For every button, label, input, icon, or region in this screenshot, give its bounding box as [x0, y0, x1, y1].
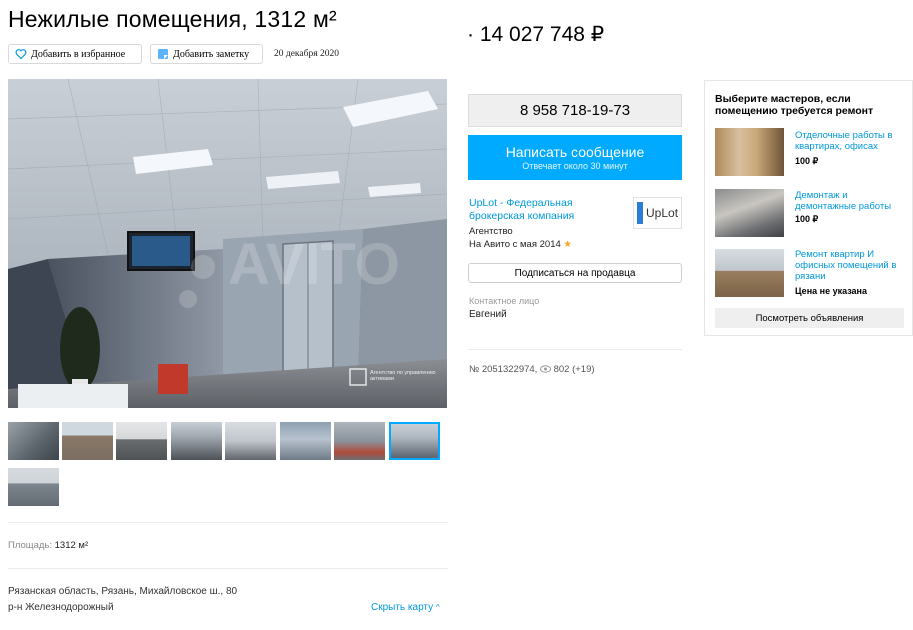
view-listings-button[interactable]: Посмотреть объявления — [715, 308, 904, 328]
thumbnail[interactable] — [62, 422, 113, 460]
divider — [8, 522, 448, 523]
add-note-label: Добавить заметку — [173, 48, 250, 60]
note-icon — [157, 48, 169, 60]
photo-watermark-text: Агентство по управлению активами — [370, 370, 436, 382]
main-photo[interactable]: AVITO Агентство по управлению активами — [8, 79, 447, 408]
add-note-button[interactable]: Добавить заметку — [150, 44, 263, 64]
area-value: 1312 м² — [54, 540, 89, 551]
seller-since-text: На Авито с мая 2014 — [469, 239, 561, 250]
thumbnail[interactable] — [225, 422, 276, 460]
divider — [8, 568, 448, 569]
seller-logo[interactable]: UpLot — [633, 197, 682, 229]
logo-text: UpLot — [646, 206, 679, 220]
add-to-favorites-label: Добавить в избранное — [31, 48, 126, 60]
thumbnail[interactable] — [171, 422, 222, 460]
thumbnail-strip — [8, 422, 448, 506]
services-title: Выберите мастеров, если помещению требуе… — [715, 93, 874, 117]
service-name[interactable]: Ремонт квартир И офисных помещений в ряз… — [795, 249, 907, 282]
seller-type: Агентство — [469, 226, 513, 237]
subscribe-seller-button[interactable]: Подписаться на продавца — [468, 263, 682, 283]
add-to-favorites-button[interactable]: Добавить в избранное — [8, 44, 142, 64]
service-name[interactable]: Отделочные работы в квартирах, офисах — [795, 130, 907, 152]
listing-date: 20 декабря 2020 — [274, 49, 339, 59]
logo-mark-icon — [637, 202, 643, 224]
listing-title: Нежилые помещения, 1312 м² — [8, 6, 337, 32]
thumbnail[interactable] — [334, 422, 385, 460]
contact-person-name: Евгений — [469, 309, 507, 320]
thumbnail[interactable] — [8, 422, 59, 460]
service-image[interactable] — [715, 128, 784, 176]
heart-icon — [15, 48, 27, 60]
service-price: 100 ₽ — [795, 156, 819, 166]
ad-meta: № 2051322974, 802 (+19) — [469, 364, 595, 375]
contact-person-label: Контактное лицо — [469, 296, 540, 306]
area-label: Площадь: — [8, 540, 52, 551]
thumbnail-selected[interactable] — [389, 422, 440, 460]
service-name[interactable]: Демонтаж и демонтажные работы — [795, 190, 907, 212]
eye-icon — [539, 364, 554, 375]
hide-map-label: Скрыть карту — [371, 602, 434, 613]
svg-text:AVITO: AVITO — [228, 232, 400, 297]
ad-number: № 2051322974, — [469, 364, 538, 375]
area-param: Площадь: 1312 м² — [8, 540, 88, 551]
service-price: 100 ₽ — [795, 214, 819, 224]
service-image[interactable] — [715, 249, 784, 297]
response-time: Отвечает около 30 минут — [522, 161, 628, 171]
write-message-button[interactable]: Написать сообщение Отвечает около 30 мин… — [468, 135, 682, 180]
view-count: 802 (+19) — [553, 364, 595, 375]
hide-map-link[interactable]: Скрыть карту ^ — [371, 602, 440, 613]
thumbnail[interactable] — [8, 468, 59, 506]
phone-button[interactable]: 8 958 718-19-73 — [468, 94, 682, 127]
price-value: 14 027 748 ₽ — [479, 23, 605, 46]
divider — [468, 349, 682, 350]
write-message-label: Написать сообщение — [505, 144, 645, 160]
seller-name-link[interactable]: UpLot - Федеральная брокерская компания — [469, 197, 619, 223]
service-price: Цена не указана — [795, 286, 867, 296]
star-icon: ★ — [563, 239, 572, 250]
district: р-н Железнодорожный — [8, 602, 114, 613]
chevron-up-icon: ^ — [435, 603, 440, 612]
thumbnail[interactable] — [280, 422, 331, 460]
listing-price: · 14 027 748 ₽ — [467, 23, 605, 46]
seller-since: На Авито с мая 2014 ★ — [469, 239, 572, 250]
thumbnail[interactable] — [116, 422, 167, 460]
address: Рязанская область, Рязань, Михайловское … — [8, 586, 238, 597]
service-image[interactable] — [715, 189, 784, 237]
